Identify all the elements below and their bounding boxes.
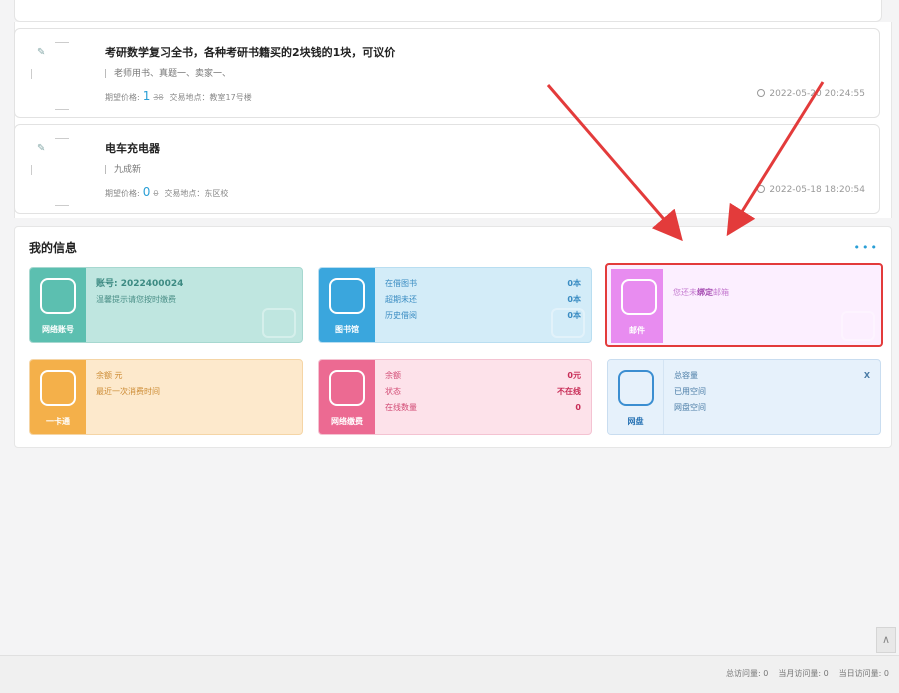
- library-row: 超期未还 0本: [385, 295, 581, 304]
- listing-item[interactable]: ✎ 考研数学复习全书，各种考研书籍买的2块钱的1块，可议价 老师用书、真题一、卖…: [14, 28, 880, 118]
- listing-meta: 期望价格: 0 0 交易地点：东区校: [105, 185, 229, 199]
- broken-image-icon: ✎: [37, 47, 46, 58]
- listing-item[interactable]: ✎ 电车充电器 九成新 期望价格: 0 0 交易地点：东区校 2022-05-18 1…: [14, 124, 880, 214]
- more-icon[interactable]: •••: [854, 241, 879, 254]
- listing-time: 2022-05-20 20:24:55: [757, 89, 865, 99]
- close-icon[interactable]: X: [864, 368, 870, 384]
- clock-icon: [757, 89, 766, 97]
- clock-icon: [757, 185, 766, 193]
- card-balance: 余额 元: [96, 371, 123, 380]
- card-icon: [40, 370, 76, 406]
- wifi-icon: [329, 370, 365, 406]
- listing-thumbnail[interactable]: ✎: [31, 137, 91, 206]
- network-fee-row: 在线数量 0: [385, 403, 581, 412]
- network-account-side: 网络账号: [30, 268, 86, 342]
- books-icon: [329, 278, 365, 314]
- listing-title[interactable]: 考研数学复习全书，各种考研书籍买的2块钱的1块，可议价: [105, 44, 395, 60]
- account-note: 温馨提示请您按时缴费: [96, 295, 176, 304]
- listing-time: 2022-05-18 18:20:54: [757, 185, 865, 195]
- mail-tile[interactable]: 邮件 您还未绑定邮箱: [605, 263, 883, 347]
- disk-free: 网盘空间: [674, 403, 706, 412]
- listing-subtitle: 九成新: [105, 162, 141, 175]
- cloud-disk-tile[interactable]: 网盘 总容量 X 已用空间 网盘空间: [607, 359, 881, 435]
- listing-thumbnail[interactable]: ✎: [31, 41, 91, 110]
- broken-image-icon: ✎: [37, 143, 46, 154]
- network-fee-tile[interactable]: 网络缴费 余额 0元 状态 不在线 在线数量 0: [318, 359, 592, 435]
- book-watermark-icon: [551, 308, 585, 338]
- account-number: 账号: 2022400024: [96, 279, 184, 289]
- network-check-icon: [618, 370, 654, 406]
- campus-card-tile[interactable]: 一卡通 余额 元 最近一次消费时间: [29, 359, 303, 435]
- scroll-top-button[interactable]: ∧: [876, 627, 896, 653]
- library-tile[interactable]: 图书馆 在借图书 0本 超期未还 0本 历史借阅 0本: [318, 267, 592, 343]
- mail-binding-text[interactable]: 您还未绑定邮箱: [673, 287, 871, 298]
- listing-title[interactable]: 电车充电器: [105, 140, 160, 156]
- listing-price: 1: [142, 89, 151, 103]
- network-fee-row: 状态 不在线: [385, 387, 581, 396]
- my-info-panel: 我的信息 ••• 网络账号 账号: 2022400024 温馨提示请您按时缴费 …: [14, 226, 892, 448]
- visit-stats: 总访问量: 0 当月访问量: 0 当日访问量: 0: [726, 669, 889, 678]
- mail-icon: [621, 279, 657, 315]
- disk-total: 总容量 X: [674, 368, 870, 384]
- listing-meta: 期望价格: 1 38 交易地点：教室17号楼: [105, 89, 252, 103]
- listing-price: 0: [142, 185, 151, 199]
- listing-original-price: 38: [153, 93, 164, 102]
- user-watermark-icon: [262, 308, 296, 338]
- monitor-user-icon: [40, 278, 76, 314]
- card-last-time: 最近一次消费时间: [96, 387, 160, 396]
- my-info-title: 我的信息: [29, 241, 78, 255]
- network-account-tile[interactable]: 网络账号 账号: 2022400024 温馨提示请您按时缴费: [29, 267, 303, 343]
- library-row: 在借图书 0本: [385, 279, 581, 288]
- footer: 总访问量: 0 当月访问量: 0 当日访问量: 0: [0, 655, 899, 693]
- mail-watermark-icon: [841, 311, 875, 341]
- listing-original-price: 0: [153, 189, 159, 198]
- previous-listing-card[interactable]: [14, 0, 882, 22]
- disk-used: 已用空间: [674, 387, 706, 396]
- network-fee-row: 余额 0元: [385, 371, 581, 380]
- listing-subtitle: 老师用书、真题一、卖家一、: [105, 66, 231, 79]
